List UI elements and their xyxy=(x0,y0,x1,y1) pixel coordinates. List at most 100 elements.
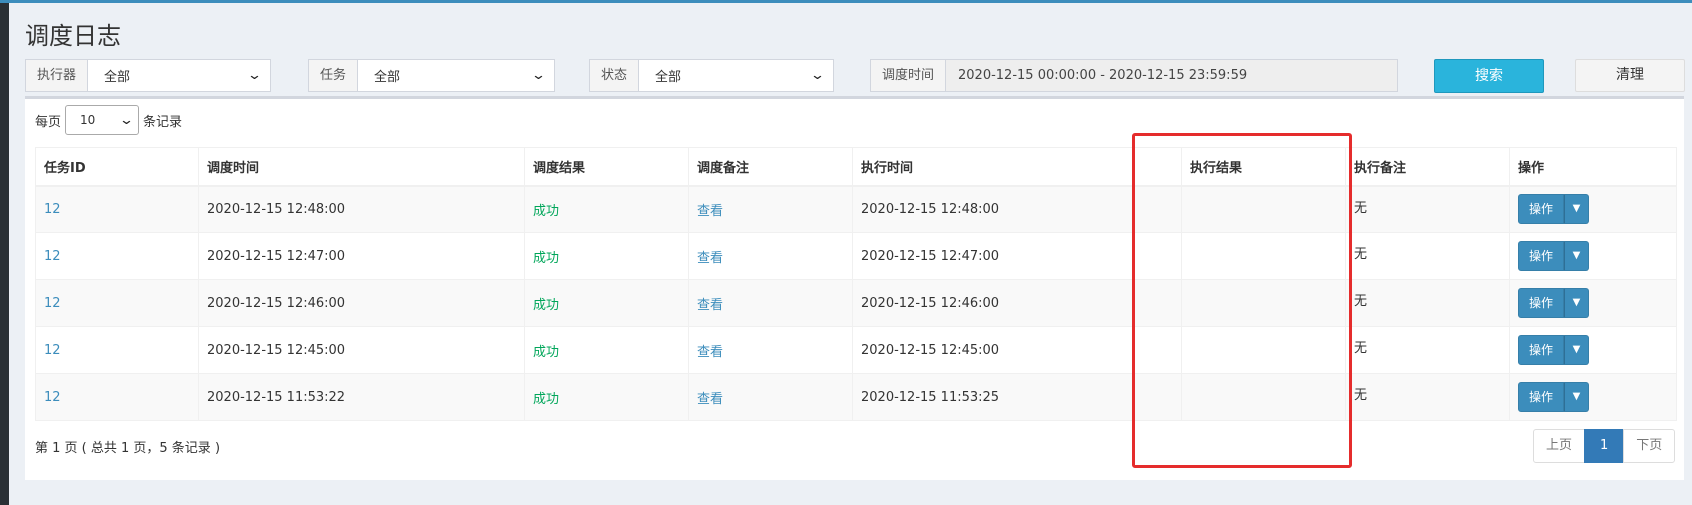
job-id-cell: 12 xyxy=(35,373,199,421)
pagination-next[interactable]: 下页 xyxy=(1623,429,1676,463)
status-filter: 状态 全部 ⌄ xyxy=(589,59,835,92)
table-row: 12 2020-12-15 11:53:22 成功 查看 2020-12-15 11:5… xyxy=(35,373,1677,421)
col-header-handle-result[interactable]: 执行结果 xyxy=(1181,147,1346,187)
job-select-value: 全部 xyxy=(374,70,401,85)
handle-time-cell: 2020-12-15 12:45:00 xyxy=(852,326,1133,374)
col-header-handle-time[interactable]: 执行时间 xyxy=(852,147,1133,187)
table-row: 12 2020-12-15 12:46:00 成功 查看 2020-12-15 12:4… xyxy=(35,279,1677,327)
caret-down-icon[interactable]: ▼ xyxy=(1564,335,1589,365)
trigger-result-cell: 成功 xyxy=(524,326,689,374)
job-id-cell: 12 xyxy=(35,185,199,233)
view-note-link[interactable]: 查看 xyxy=(697,392,723,407)
trigger-result-cell: 成功 xyxy=(524,232,689,280)
job-filter: 任务 全部 ⌄ xyxy=(308,59,556,92)
executor-filter: 执行器 全部 ⌄ xyxy=(25,59,272,92)
job-id-link[interactable]: 12 xyxy=(44,390,61,405)
trigger-note-cell: 查看 xyxy=(688,279,853,327)
page-length-value: 10 xyxy=(80,113,96,127)
handle-time-cell: 2020-12-15 11:53:25 xyxy=(852,373,1133,421)
executor-select[interactable]: 全部 ⌄ xyxy=(88,59,272,92)
time-filter-label: 调度时间 xyxy=(870,59,947,92)
handle-time-cell: 2020-12-15 12:47:00 xyxy=(852,232,1133,280)
trigger-result-text: 成功 xyxy=(533,344,560,360)
job-id-cell: 12 xyxy=(35,279,199,327)
table-row: 12 2020-12-15 12:47:00 成功 查看 2020-12-15 12:4… xyxy=(35,232,1677,280)
trigger-note-cell: 查看 xyxy=(688,326,853,374)
executor-filter-label: 执行器 xyxy=(25,59,89,92)
col-header-actions: 操作 xyxy=(1509,147,1677,187)
trigger-time-cell: 2020-12-15 12:45:00 xyxy=(198,326,525,374)
page-length-control: 每页 10 ⌄ 条记录 xyxy=(35,105,182,135)
handle-result-cell xyxy=(1181,279,1346,327)
view-note-link[interactable]: 查看 xyxy=(697,345,723,360)
col-header-job-id[interactable]: 任务ID xyxy=(35,147,199,187)
caret-down-icon[interactable]: ▼ xyxy=(1564,241,1589,271)
view-note-link[interactable]: 查看 xyxy=(697,251,723,266)
handle-result-cell xyxy=(1181,185,1346,233)
handle-time-cell: 2020-12-15 12:48:00 xyxy=(852,185,1133,233)
action-button[interactable]: 操作 xyxy=(1518,335,1564,365)
actions-cell: 操作 ▼ xyxy=(1509,326,1677,374)
table-row: 12 2020-12-15 12:48:00 成功 查看 2020-12-15 12:4… xyxy=(35,185,1677,233)
job-id-cell: 12 xyxy=(35,232,199,280)
handle-note-cell: 无 xyxy=(1345,326,1510,374)
col-header-trigger-time[interactable]: 调度时间 xyxy=(198,147,525,187)
blank-cell xyxy=(1132,326,1182,374)
col-header-blank xyxy=(1132,147,1182,187)
trigger-note-cell: 查看 xyxy=(688,373,853,421)
action-button[interactable]: 操作 xyxy=(1518,241,1564,271)
blank-cell xyxy=(1132,279,1182,327)
time-range-input[interactable]: 2020-12-15 00:00:00 - 2020-12-15 23:59:5… xyxy=(946,59,1399,92)
trigger-time-cell: 2020-12-15 12:48:00 xyxy=(198,185,525,233)
pagination-prev[interactable]: 上页 xyxy=(1533,429,1586,463)
trigger-result-text: 成功 xyxy=(533,297,560,313)
blank-cell xyxy=(1132,373,1182,421)
action-button[interactable]: 操作 xyxy=(1518,382,1564,412)
job-id-link[interactable]: 12 xyxy=(44,296,61,311)
job-id-link[interactable]: 12 xyxy=(44,249,61,264)
chevron-down-icon: ⌄ xyxy=(118,112,135,128)
table-row: 12 2020-12-15 12:45:00 成功 查看 2020-12-15 12:4… xyxy=(35,326,1677,374)
view-note-link[interactable]: 查看 xyxy=(697,204,723,219)
col-header-handle-note[interactable]: 执行备注 xyxy=(1345,147,1510,187)
handle-note-cell: 无 xyxy=(1345,279,1510,327)
action-button[interactable]: 操作 xyxy=(1518,194,1564,225)
caret-down-icon[interactable]: ▼ xyxy=(1564,288,1589,318)
chevron-down-icon: ⌄ xyxy=(809,68,826,83)
col-header-trigger-result[interactable]: 调度结果 xyxy=(524,147,689,187)
trigger-time-cell: 2020-12-15 12:47:00 xyxy=(198,232,525,280)
table-header-row: 任务ID 调度时间 调度结果 调度备注 执行时间 执行结果 执行备注 操作 xyxy=(35,147,1677,187)
caret-down-icon[interactable]: ▼ xyxy=(1564,194,1589,225)
actions-cell: 操作 ▼ xyxy=(1509,232,1677,280)
job-id-link[interactable]: 12 xyxy=(44,202,61,217)
action-button-group: 操作 ▼ xyxy=(1518,335,1589,365)
chevron-down-icon: ⌄ xyxy=(530,68,547,83)
log-table: 任务ID 调度时间 调度结果 调度备注 执行时间 执行结果 执行备注 操作 12… xyxy=(35,147,1677,421)
page-length-select[interactable]: 10 ⌄ xyxy=(65,105,140,135)
trigger-result-text: 成功 xyxy=(533,203,560,219)
status-filter-label: 状态 xyxy=(589,59,640,92)
status-select[interactable]: 全部 ⌄ xyxy=(639,59,835,92)
job-select[interactable]: 全部 ⌄ xyxy=(358,59,556,92)
view-note-link[interactable]: 查看 xyxy=(697,298,723,313)
actions-cell: 操作 ▼ xyxy=(1509,279,1677,327)
status-select-value: 全部 xyxy=(655,70,682,85)
search-button[interactable]: 搜索 xyxy=(1434,59,1544,93)
pagination: 上页 1 下页 xyxy=(1533,429,1676,463)
pagination-current[interactable]: 1 xyxy=(1584,429,1625,463)
time-filter: 调度时间 2020-12-15 00:00:00 - 2020-12-15 23… xyxy=(870,59,1399,92)
actions-cell: 操作 ▼ xyxy=(1509,185,1677,233)
clear-button[interactable]: 清理 xyxy=(1575,59,1685,92)
executor-select-value: 全部 xyxy=(104,70,131,85)
action-button-group: 操作 ▼ xyxy=(1518,241,1589,271)
caret-down-icon[interactable]: ▼ xyxy=(1564,382,1589,412)
page-length-prefix: 每页 xyxy=(35,114,62,130)
action-button[interactable]: 操作 xyxy=(1518,288,1564,318)
action-button-group: 操作 ▼ xyxy=(1518,382,1589,412)
table-info: 第 1 页 ( 总共 1 页，5 条记录 ) xyxy=(35,441,221,456)
job-id-link[interactable]: 12 xyxy=(44,343,61,358)
col-header-trigger-note[interactable]: 调度备注 xyxy=(688,147,853,187)
top-accent-bar xyxy=(0,0,1692,3)
blank-cell xyxy=(1132,232,1182,280)
job-filter-label: 任务 xyxy=(308,59,359,92)
